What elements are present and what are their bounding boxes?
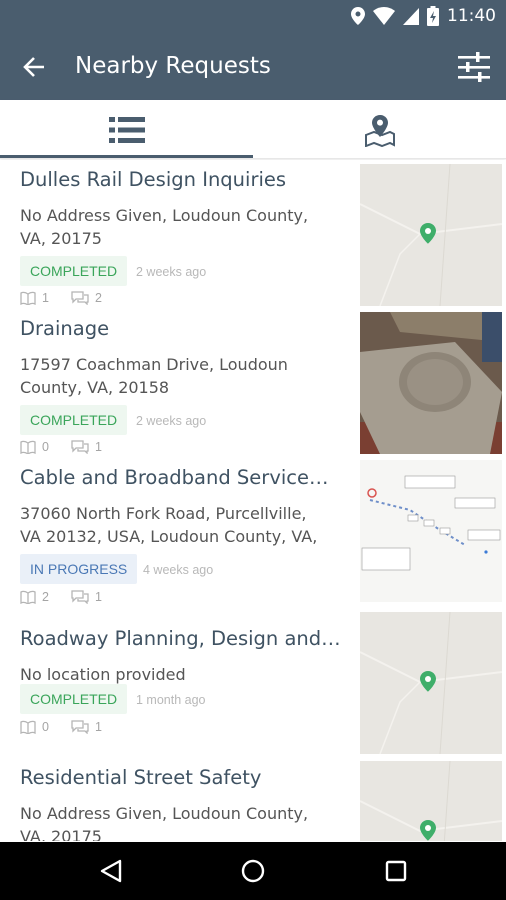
status-bar: 11:40 <box>0 0 506 33</box>
comments-count: 1 <box>94 440 102 454</box>
request-address: No Address Given, Loudoun County, VA, 20… <box>20 206 309 248</box>
cell-signal-icon <box>403 7 419 25</box>
map-marker-icon <box>364 114 395 147</box>
request-address: 37060 North Fork Road, Purcellville, VA … <box>20 504 318 546</box>
status-badge: IN PROGRESS <box>20 554 138 584</box>
comments-count: 1 <box>94 590 102 604</box>
list-item[interactable]: Roadway Planning, Design and… No locatio… <box>0 612 506 765</box>
diagram-thumbnail[interactable] <box>360 460 502 602</box>
request-meta: 2 1 <box>20 590 124 604</box>
request-address: No location provided <box>20 665 186 684</box>
request-title: Drainage <box>20 317 110 340</box>
back-triangle-icon <box>100 859 122 883</box>
status-icons: 11:40 <box>351 5 496 27</box>
request-title: Residential Street Safety <box>20 766 262 789</box>
location-icon <box>351 7 365 25</box>
list-item[interactable]: Cable and Broadband Service… 37060 North… <box>0 460 506 626</box>
status-badge: COMPLETED <box>20 405 128 435</box>
nav-home-button[interactable] <box>236 854 270 888</box>
status-badge: COMPLETED <box>20 684 128 714</box>
request-title: Roadway Planning, Design and… <box>20 627 341 650</box>
request-meta: 1 2 <box>20 291 124 305</box>
request-address: No Address Given, Loudoun County, VA, 20… <box>20 804 309 841</box>
filter-button[interactable] <box>454 48 494 86</box>
home-circle-icon <box>241 859 265 883</box>
list-item[interactable]: Dulles Rail Design Inquiries No Address … <box>0 164 506 316</box>
request-meta: 0 1 <box>20 440 124 454</box>
request-age: 2 weeks ago <box>136 414 207 428</box>
request-meta: 0 1 <box>20 720 124 734</box>
book-icon <box>20 440 36 454</box>
back-button[interactable] <box>14 49 54 85</box>
view-tabs <box>0 100 506 159</box>
comment-icon <box>71 440 89 454</box>
page-title: Nearby Requests <box>75 53 271 79</box>
supports-count: 2 <box>42 590 49 604</box>
request-address: 17597 Coachman Drive, Loudoun County, VA… <box>20 355 288 397</box>
map-thumbnail[interactable] <box>360 761 502 841</box>
photo-thumbnail[interactable] <box>360 312 502 454</box>
supports-count: 0 <box>42 440 49 454</box>
list-item[interactable]: Residential Street Safety No Address Giv… <box>0 761 506 841</box>
list-icon <box>108 116 145 143</box>
sliders-icon <box>458 52 490 82</box>
status-badge: COMPLETED <box>20 256 128 286</box>
comment-icon <box>71 720 89 734</box>
tab-indicator <box>0 155 253 158</box>
tab-map[interactable] <box>253 100 506 159</box>
wifi-icon <box>373 7 395 25</box>
comment-icon <box>71 291 89 305</box>
map-thumbnail[interactable] <box>360 164 502 306</box>
arrow-back-icon <box>23 57 44 77</box>
nav-back-button[interactable] <box>94 854 128 888</box>
nav-recents-button[interactable] <box>379 854 413 888</box>
tab-list[interactable] <box>0 100 253 159</box>
request-age: 1 month ago <box>136 693 206 707</box>
status-time: 11:40 <box>447 6 496 26</box>
comments-count: 2 <box>94 291 102 305</box>
supports-count: 1 <box>42 291 49 305</box>
supports-count: 0 <box>42 720 49 734</box>
request-title: Dulles Rail Design Inquiries <box>20 168 287 191</box>
comment-icon <box>71 590 89 604</box>
book-icon <box>20 291 36 305</box>
list-item[interactable]: Drainage 17597 Coachman Drive, Loudoun C… <box>0 312 506 465</box>
book-icon <box>20 720 36 734</box>
request-age: 2 weeks ago <box>136 265 207 279</box>
app-bar: Nearby Requests <box>0 33 506 100</box>
map-thumbnail[interactable] <box>360 612 502 754</box>
request-age: 4 weeks ago <box>143 563 214 577</box>
comments-count: 1 <box>94 720 102 734</box>
battery-charging-icon <box>427 6 439 26</box>
request-list[interactable]: Dulles Rail Design Inquiries No Address … <box>0 160 506 841</box>
book-icon <box>20 590 36 604</box>
recents-square-icon <box>385 860 407 882</box>
system-nav-bar <box>0 842 506 900</box>
request-title: Cable and Broadband Service… <box>20 466 329 489</box>
